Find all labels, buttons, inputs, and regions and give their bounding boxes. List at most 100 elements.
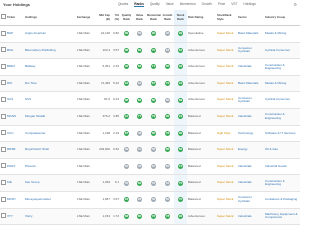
table-row[interactable]: MONY Moneysupermarket LSE Main 1,847 3.67 94 2… bbox=[0, 191, 300, 209]
table-row[interactable]: MGNS Morgan Sindall LSE Main 476.2 3.85 91 77 7… bbox=[0, 108, 300, 126]
holding-name-link[interactable]: Royal Dutch Shell bbox=[24, 141, 76, 159]
column-header-stock-rank[interactable]: Stock Rank bbox=[174, 10, 187, 26]
industry-group-cell[interactable]: Machinery, Equipment & Components bbox=[264, 208, 300, 226]
table-row[interactable]: BDEV Bellway LSE Main 5,361 2.33 96 83 71 85 92 Ad… bbox=[0, 58, 300, 76]
holding-name-link[interactable]: Rio Tinto bbox=[24, 75, 76, 93]
table-row[interactable]: CCC Computacenter LSE Main 1,198 2.19 87 48 85 7… bbox=[0, 125, 300, 143]
industry-group-cell[interactable]: Cyclical Consumer bbox=[264, 42, 300, 60]
tab-holdings[interactable]: Holdings bbox=[243, 2, 255, 7]
ticker-link[interactable]: BDEV bbox=[6, 58, 24, 76]
checkbox[interactable] bbox=[1, 80, 6, 86]
column-header-yld[interactable]: Yld (%) bbox=[111, 10, 120, 26]
column-header-ticker[interactable]: Ticker bbox=[6, 10, 24, 26]
checkbox[interactable] bbox=[1, 130, 6, 136]
ticker-link[interactable]: PHNX bbox=[6, 158, 24, 176]
industry-group-cell[interactable]: Construction & Engineering bbox=[264, 174, 300, 192]
column-header-quality-rank[interactable]: Quality Rank bbox=[120, 10, 133, 26]
table-row[interactable]: BKG Bloomsbury Publishing LSE Main 103.4 3.5… bbox=[0, 42, 300, 60]
holding-name-link[interactable]: Anglo American bbox=[24, 25, 76, 43]
holding-name-link[interactable]: Morgan Sindall bbox=[24, 108, 76, 126]
tab-growth[interactable]: Growth bbox=[202, 2, 212, 7]
table-row[interactable]: VTY Vistry LSE Main 1,154 1.72 88 80 70 78 90 Adve… bbox=[0, 208, 300, 226]
checkbox[interactable] bbox=[1, 47, 6, 53]
rank-badge: 71 bbox=[151, 64, 156, 70]
column-header-exchange[interactable]: Exchange bbox=[76, 10, 98, 26]
sector-cell[interactable]: Basic Materials bbox=[237, 25, 264, 43]
holding-name-link[interactable]: Phoenix bbox=[24, 158, 76, 176]
ticker-link[interactable]: BKG bbox=[6, 42, 24, 60]
table-row[interactable]: PHNX Phoenix LSE Main 60 46 61 65 74 Balanced Sup… bbox=[0, 158, 300, 176]
industry-group-cell[interactable]: Software & IT Services bbox=[264, 125, 300, 143]
sector-cell[interactable]: Industrials bbox=[237, 108, 264, 126]
ticker-link[interactable]: SCS bbox=[6, 91, 24, 109]
ticker-link[interactable]: RDSB bbox=[6, 141, 24, 159]
tab-quotes[interactable]: Quotes bbox=[118, 2, 128, 7]
table-row[interactable]: RDSB Royal Dutch Shell LSE Main 209,600 6.52… bbox=[0, 141, 300, 159]
table-row[interactable]: KIE Kier Group LSE Main 1,069 6.1 55 89 51 42 75 B… bbox=[0, 174, 300, 192]
sector-cell[interactable]: Technology bbox=[237, 125, 264, 143]
holding-name-link[interactable]: Computacenter bbox=[24, 125, 76, 143]
sector-cell[interactable]: Basic Materials bbox=[237, 75, 264, 93]
ticker-link[interactable]: BHP bbox=[6, 25, 24, 43]
ticker-link[interactable]: KIE bbox=[6, 174, 24, 192]
ticker-link[interactable]: MONY bbox=[6, 191, 24, 209]
checkbox[interactable] bbox=[1, 96, 6, 102]
holding-name-link[interactable]: Bloomsbury Publishing bbox=[24, 42, 76, 60]
column-header-holdings[interactable]: Holdings bbox=[24, 10, 76, 26]
holding-name-link[interactable]: SCS bbox=[24, 91, 76, 109]
sector-cell[interactable]: Consumer Cyclicals bbox=[237, 91, 264, 109]
table-row[interactable]: BHP Anglo American LSE Main 24,136 6.82 89 65 9… bbox=[0, 25, 300, 43]
column-header-risk-rating[interactable]: Risk Rating bbox=[187, 10, 216, 26]
tab-vst[interactable]: VST bbox=[231, 2, 237, 7]
column-header-mkt-cap-b[interactable]: Mkt Cap (B) bbox=[98, 10, 111, 26]
sector-cell[interactable]: Consumer Cyclicals bbox=[237, 191, 264, 209]
checkbox[interactable] bbox=[1, 14, 6, 20]
tab-quality[interactable]: Quality bbox=[150, 2, 160, 7]
checkbox[interactable] bbox=[1, 146, 6, 152]
checkbox[interactable] bbox=[1, 213, 6, 219]
holding-name-link[interactable]: Kier Group bbox=[24, 174, 76, 192]
table-header: Ticker Holdings Exchange Mkt Cap (B) Yld (%)… bbox=[0, 10, 300, 26]
sector-cell[interactable]: Consumer Cyclicals bbox=[237, 42, 264, 60]
checkbox[interactable] bbox=[1, 63, 6, 69]
checkbox[interactable] bbox=[1, 163, 6, 169]
tab-value[interactable]: Value bbox=[166, 2, 174, 7]
industry-group-cell[interactable]: Construction & Engineering bbox=[264, 108, 300, 126]
holding-name-link[interactable]: Bellway bbox=[24, 58, 76, 76]
ticker-link[interactable]: RIO bbox=[6, 75, 24, 93]
tab-momentum[interactable]: Momentum bbox=[180, 2, 196, 7]
sector-cell[interactable]: Industrials bbox=[237, 158, 264, 176]
sector-cell[interactable]: Industrials bbox=[237, 58, 264, 76]
column-header-momentum-rank[interactable]: Momentum Rank bbox=[146, 10, 161, 26]
gear-icon[interactable]: ⚙ bbox=[293, 2, 297, 7]
table-row[interactable]: SCS SCS LSE Main 81.6 6.43 88 82 80 60 89 Adventur… bbox=[0, 91, 300, 109]
sector-cell[interactable]: Industrials bbox=[237, 208, 264, 226]
tab-ranks[interactable]: Ranks bbox=[134, 2, 144, 7]
table-row[interactable]: RIO Rio Tinto LSE Main 72,469 5.42 94 64 87 72 94… bbox=[0, 75, 300, 93]
holding-name-link[interactable]: Vistry bbox=[24, 208, 76, 226]
checkbox[interactable] bbox=[1, 196, 6, 202]
tab-price[interactable]: Price bbox=[218, 2, 225, 7]
checkbox[interactable] bbox=[1, 179, 6, 185]
column-header-growth-rank[interactable]: Growth Rank bbox=[161, 10, 174, 26]
ticker-link[interactable]: MGNS bbox=[6, 108, 24, 126]
industry-group-cell[interactable]: Oil & Gas bbox=[264, 141, 300, 159]
ticker-link[interactable]: VTY bbox=[6, 208, 24, 226]
checkbox[interactable] bbox=[1, 30, 6, 36]
checkbox[interactable] bbox=[1, 113, 6, 119]
industry-group-cell[interactable]: Construction & Engineering bbox=[264, 58, 300, 76]
sector-cell[interactable]: Energy bbox=[237, 141, 264, 159]
ticker-link[interactable]: CCC bbox=[6, 125, 24, 143]
column-header-sector[interactable]: Sector bbox=[237, 10, 264, 26]
industry-group-cell[interactable]: Containers & Packaging bbox=[264, 191, 300, 209]
industry-group-cell[interactable]: Metals & Mining bbox=[264, 25, 300, 43]
holding-name-link[interactable]: Moneysupermarket bbox=[24, 191, 76, 209]
industry-group-cell[interactable]: Metals & Mining bbox=[264, 75, 300, 93]
column-header-stockrank-style[interactable]: StockRank Style bbox=[216, 10, 237, 26]
rank-badge: 87 bbox=[151, 81, 156, 87]
column-header-industry-group[interactable]: Industry Group bbox=[264, 10, 300, 26]
sector-cell[interactable]: Industrials bbox=[237, 174, 264, 192]
industry-group-cell[interactable]: Industrial Goods bbox=[264, 158, 300, 176]
industry-group-cell[interactable]: Cyclical Consumer bbox=[264, 91, 300, 109]
column-header-value-rank[interactable]: Value Rank bbox=[133, 10, 146, 26]
